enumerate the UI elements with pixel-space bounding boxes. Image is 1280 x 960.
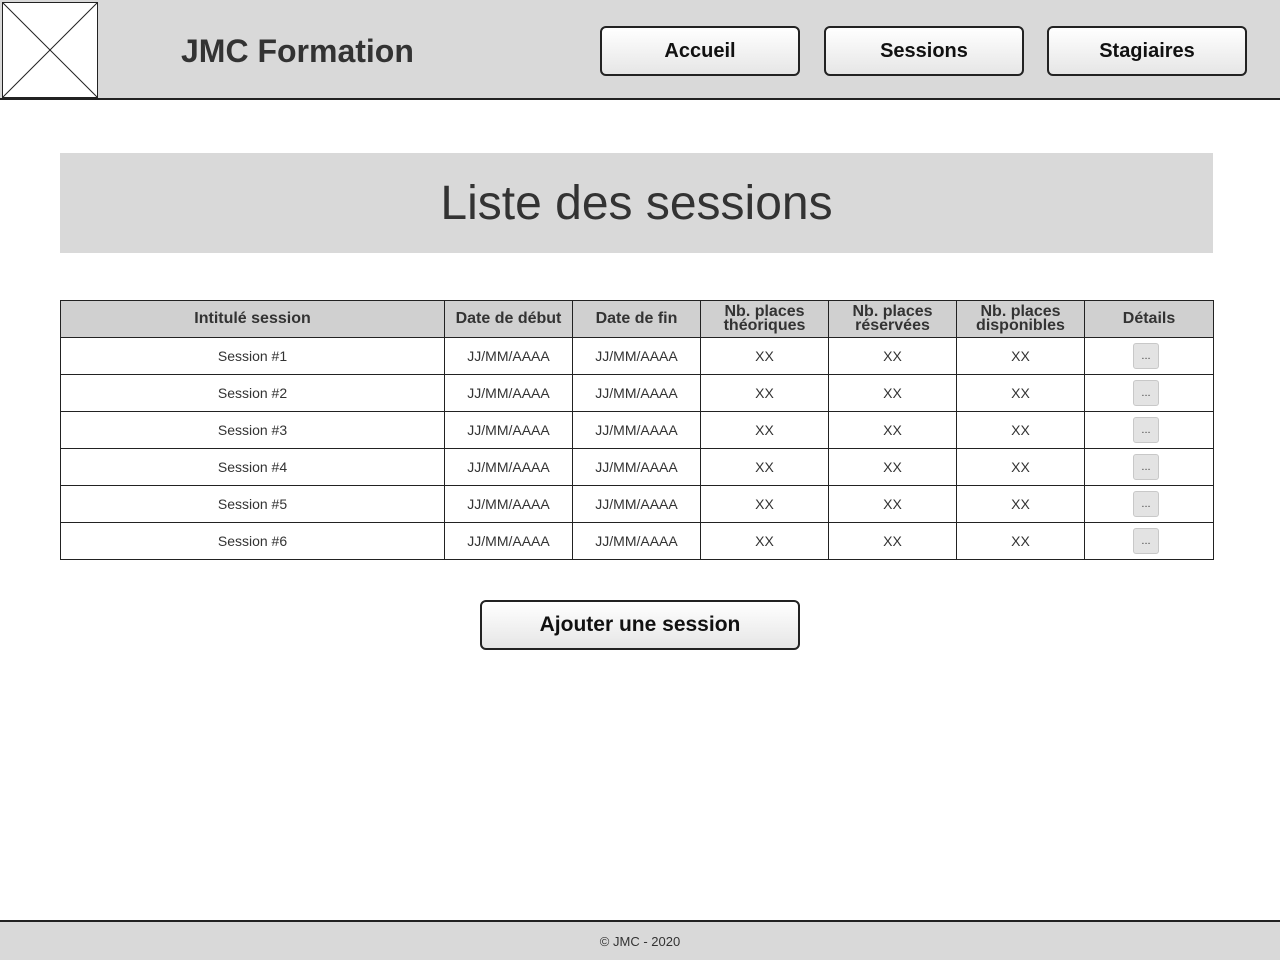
cell-details: ... xyxy=(1084,522,1214,560)
table-row: Session #5 JJ/MM/AAAA JJ/MM/AAAA XX XX X… xyxy=(60,485,1214,523)
nav-stagiaires-button[interactable]: Stagiaires xyxy=(1047,26,1247,76)
cell-details: ... xyxy=(1084,448,1214,486)
cell-available-seats: XX xyxy=(956,411,1085,449)
column-header-available-seats: Nb. places disponibles xyxy=(956,300,1085,338)
details-button[interactable]: ... xyxy=(1133,380,1159,406)
cell-theoretical-seats: XX xyxy=(700,374,829,412)
cell-theoretical-seats: XX xyxy=(700,522,829,560)
cell-end-date: JJ/MM/AAAA xyxy=(572,448,701,486)
cell-start-date: JJ/MM/AAAA xyxy=(444,337,573,375)
cell-end-date: JJ/MM/AAAA xyxy=(572,485,701,523)
cell-available-seats: XX xyxy=(956,448,1085,486)
column-header-available-seats-line2: disponibles xyxy=(976,317,1065,334)
details-button[interactable]: ... xyxy=(1133,454,1159,480)
page-title-banner: Liste des sessions xyxy=(60,153,1213,253)
sessions-table: Intitulé session Date de début Date de f… xyxy=(60,300,1214,560)
cell-reserved-seats: XX xyxy=(828,522,957,560)
details-button[interactable]: ... xyxy=(1133,417,1159,443)
column-header-start-date: Date de début xyxy=(444,300,573,338)
footer: © JMC - 2020 xyxy=(0,920,1280,960)
cell-available-seats: XX xyxy=(956,522,1085,560)
cell-theoretical-seats: XX xyxy=(700,448,829,486)
cell-start-date: JJ/MM/AAAA xyxy=(444,448,573,486)
table-row: Session #3 JJ/MM/AAAA JJ/MM/AAAA XX XX X… xyxy=(60,411,1214,449)
cell-session-name: Session #1 xyxy=(60,337,445,375)
cell-details: ... xyxy=(1084,374,1214,412)
footer-copyright: © JMC - 2020 xyxy=(599,933,681,949)
details-button[interactable]: ... xyxy=(1133,343,1159,369)
cell-start-date: JJ/MM/AAAA xyxy=(444,411,573,449)
brand-title: JMC Formation xyxy=(181,33,414,69)
cell-details: ... xyxy=(1084,411,1214,449)
cell-session-name: Session #4 xyxy=(60,448,445,486)
cell-end-date: JJ/MM/AAAA xyxy=(572,337,701,375)
nav-sessions-button[interactable]: Sessions xyxy=(824,26,1024,76)
cell-reserved-seats: XX xyxy=(828,485,957,523)
cell-start-date: JJ/MM/AAAA xyxy=(444,522,573,560)
column-header-end-date: Date de fin xyxy=(572,300,701,338)
cell-reserved-seats: XX xyxy=(828,374,957,412)
column-header-reserved-seats: Nb. places réservées xyxy=(828,300,957,338)
cell-reserved-seats: XX xyxy=(828,337,957,375)
cell-session-name: Session #5 xyxy=(60,485,445,523)
details-button[interactable]: ... xyxy=(1133,528,1159,554)
table-row: Session #1 JJ/MM/AAAA JJ/MM/AAAA XX XX X… xyxy=(60,337,1214,375)
details-button[interactable]: ... xyxy=(1133,491,1159,517)
cell-reserved-seats: XX xyxy=(828,448,957,486)
cell-theoretical-seats: XX xyxy=(700,337,829,375)
cell-available-seats: XX xyxy=(956,337,1085,375)
cell-start-date: JJ/MM/AAAA xyxy=(444,485,573,523)
column-header-details: Détails xyxy=(1084,300,1214,338)
table-header-row: Intitulé session Date de début Date de f… xyxy=(60,300,1214,338)
logo-placeholder-icon xyxy=(2,2,98,98)
cell-end-date: JJ/MM/AAAA xyxy=(572,374,701,412)
cell-reserved-seats: XX xyxy=(828,411,957,449)
header: JMC Formation Accueil Sessions Stagiaire… xyxy=(0,0,1280,100)
column-header-theoretical-seats: Nb. places théoriques xyxy=(700,300,829,338)
table-row: Session #2 JJ/MM/AAAA JJ/MM/AAAA XX XX X… xyxy=(60,374,1214,412)
nav-accueil-button[interactable]: Accueil xyxy=(600,26,800,76)
cell-details: ... xyxy=(1084,485,1214,523)
cell-end-date: JJ/MM/AAAA xyxy=(572,411,701,449)
cell-end-date: JJ/MM/AAAA xyxy=(572,522,701,560)
cell-available-seats: XX xyxy=(956,374,1085,412)
column-header-theoretical-seats-line2: théoriques xyxy=(723,317,806,334)
cell-session-name: Session #2 xyxy=(60,374,445,412)
cell-session-name: Session #6 xyxy=(60,522,445,560)
cell-theoretical-seats: XX xyxy=(700,485,829,523)
add-session-button[interactable]: Ajouter une session xyxy=(480,600,800,650)
table-row: Session #4 JJ/MM/AAAA JJ/MM/AAAA XX XX X… xyxy=(60,448,1214,486)
column-header-title: Intitulé session xyxy=(60,300,445,338)
table-row: Session #6 JJ/MM/AAAA JJ/MM/AAAA XX XX X… xyxy=(60,522,1214,560)
cell-start-date: JJ/MM/AAAA xyxy=(444,374,573,412)
page-title: Liste des sessions xyxy=(440,176,833,230)
cell-session-name: Session #3 xyxy=(60,411,445,449)
cell-details: ... xyxy=(1084,337,1214,375)
column-header-reserved-seats-line2: réservées xyxy=(855,317,930,334)
cell-available-seats: XX xyxy=(956,485,1085,523)
cell-theoretical-seats: XX xyxy=(700,411,829,449)
